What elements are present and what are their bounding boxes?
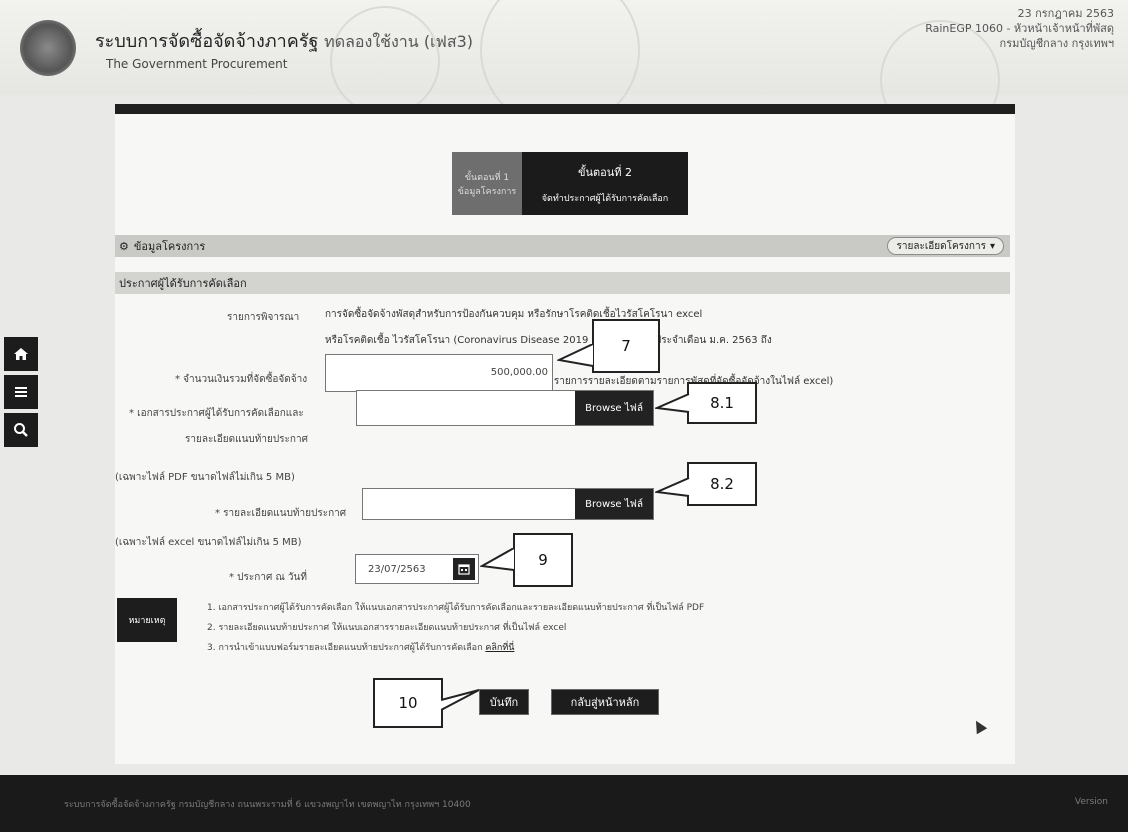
doc1-file-field[interactable]: Browse ไฟล์: [356, 390, 654, 426]
callout-8-1-tail: [655, 394, 690, 413]
callout-10-tail: [441, 689, 480, 711]
menu-icon[interactable]: [4, 375, 38, 409]
user-name[interactable]: RainEGP 1060 - หัวหน้าเจ้าหน้าที่พัสดุ: [925, 21, 1114, 36]
sliders-icon: ⚙: [119, 239, 129, 253]
callout-9-tail: [480, 548, 515, 571]
callout-10: 10: [373, 678, 443, 728]
current-date: 23 กรกฎาคม 2563: [1017, 7, 1114, 20]
step-2-number: ขั้นตอนที่ 2: [577, 165, 633, 179]
project-info-title: ข้อมูลโครงการ: [133, 240, 206, 253]
amount-value: 500,000.00: [490, 367, 548, 378]
callout-9: 9: [513, 533, 573, 587]
note-line-3-text: 3. การนำเข้าแบบฟอร์มรายละเอียดแนบท้ายประ…: [207, 643, 483, 653]
announce-date-label: * ประกาศ ณ วันที่: [229, 572, 307, 583]
announce-date-field[interactable]: 23/07/2563: [355, 554, 479, 584]
step-indicator: ขั้นตอนที่ 1 ข้อมูลโครงการ ขั้นตอนที่ 2 …: [452, 152, 688, 215]
amount-field[interactable]: 500,000.00: [325, 354, 553, 392]
announce-date-value: 23/07/2563: [368, 564, 426, 575]
home-icon[interactable]: [4, 337, 38, 371]
doc1-label-line2: รายละเอียดแนบท้ายประกาศ: [185, 434, 308, 445]
callout-7: 7: [592, 319, 660, 373]
user-org: กรมบัญชีกลาง กรุงเทพฯ: [999, 37, 1114, 50]
step-1[interactable]: ขั้นตอนที่ 1 ข้อมูลโครงการ: [452, 152, 522, 215]
calendar-icon[interactable]: [453, 558, 475, 580]
site-title-suffix: ทดลองใช้งาน (เฟส3): [324, 32, 474, 51]
site-title-text: ระบบการจัดซื้อจัดจ้างภาครัฐ: [95, 31, 319, 52]
panel-top-bar: [115, 104, 1015, 114]
callout-8-2: 8.2: [687, 462, 757, 506]
note-line-3: 3. การนำเข้าแบบฟอร์มรายละเอียดแนบท้ายประ…: [207, 640, 514, 654]
doc2-hint: (เฉพาะไฟล์ excel ขนาดไฟล์ไม่เกิน 5 MB): [115, 537, 302, 548]
project-detail-button[interactable]: รายละเอียดโครงการ ▾: [887, 237, 1004, 255]
doc2-file-field[interactable]: Browse ไฟล์: [362, 488, 654, 520]
footer-text: ระบบการจัดซื้อจัดจ้างภาครัฐ กรมบัญชีกลาง…: [64, 800, 471, 810]
project-detail-label: รายละเอียดโครงการ: [896, 240, 986, 252]
step-2-label: จัดทำประกาศผู้ได้รับการคัดเลือก: [541, 193, 669, 204]
doc2-label: * รายละเอียดแนบท้ายประกาศ: [215, 508, 347, 519]
item-value-line2: หรือโรคติดเชื้อ ไวรัสโคโรนา (Coronavirus…: [325, 335, 772, 346]
user-info: 23 กรกฎาคม 2563 RainEGP 1060 - หัวหน้าเจ…: [925, 6, 1114, 51]
site-footer: ระบบการจัดซื้อจัดจ้างภาครัฐ กรมบัญชีกลาง…: [0, 775, 1128, 832]
header-decoration: [330, 6, 440, 116]
doc2-browse-button[interactable]: Browse ไฟล์: [575, 489, 653, 519]
note-line-1: 1. เอกสารประกาศผู้ได้รับการคัดเลือก ให้แ…: [207, 603, 705, 613]
step-1-label: ข้อมูลโครงการ: [457, 186, 517, 197]
footer-version: Version: [1074, 797, 1108, 807]
note-line-2: 2. รายละเอียดแนบท้ายประกาศ ให้แนบเอกสารร…: [207, 623, 567, 633]
doc1-hint: (เฉพาะไฟล์ PDF ขนาดไฟล์ไม่เกิน 5 MB): [115, 472, 295, 483]
project-info-bar: ⚙ ข้อมูลโครงการ รายละเอียดโครงการ ▾: [115, 235, 1010, 257]
callout-8-1: 8.1: [687, 382, 757, 424]
chevron-down-icon: ▾: [989, 240, 995, 252]
amount-label: * จำนวนเงินรวมที่จัดซื้อจัดจ้าง: [175, 374, 308, 385]
site-title: ระบบการจัดซื้อจัดจ้างภาครัฐ ทดลองใช้งาน …: [95, 26, 473, 55]
template-download-link[interactable]: คลิกที่นี่: [485, 643, 514, 653]
main-panel: ขั้นตอนที่ 1 ข้อมูลโครงการ ขั้นตอนที่ 2 …: [115, 104, 1015, 764]
back-to-main-button[interactable]: กลับสู่หน้าหลัก: [551, 689, 659, 715]
side-toolbar: [4, 337, 38, 451]
site-header: ระบบการจัดซื้อจัดจ้างภาครัฐ ทดลองใช้งาน …: [0, 0, 1128, 140]
government-emblem-logo: [20, 20, 76, 76]
doc1-browse-button[interactable]: Browse ไฟล์: [575, 391, 653, 425]
search-icon[interactable]: [4, 413, 38, 447]
step-1-number: ขั้นตอนที่ 1: [464, 172, 510, 183]
item-label: รายการพิจารณา: [227, 312, 300, 323]
callout-7-tail: [557, 344, 594, 367]
callout-8-2-tail: [655, 478, 690, 497]
step-2: ขั้นตอนที่ 2 จัดทำประกาศผู้ได้รับการคัดเ…: [522, 152, 688, 215]
announcement-bar: ประกาศผู้ได้รับการคัดเลือก: [115, 272, 1010, 294]
doc1-label-line1: * เอกสารประกาศผู้ได้รับการคัดเลือกและ: [129, 408, 304, 419]
save-button[interactable]: บันทึก: [479, 689, 529, 715]
site-subtitle: The Government Procurement: [106, 57, 288, 71]
note-badge: หมายเหตุ: [117, 598, 177, 642]
announcement-title: ประกาศผู้ได้รับการคัดเลือก: [119, 277, 247, 290]
